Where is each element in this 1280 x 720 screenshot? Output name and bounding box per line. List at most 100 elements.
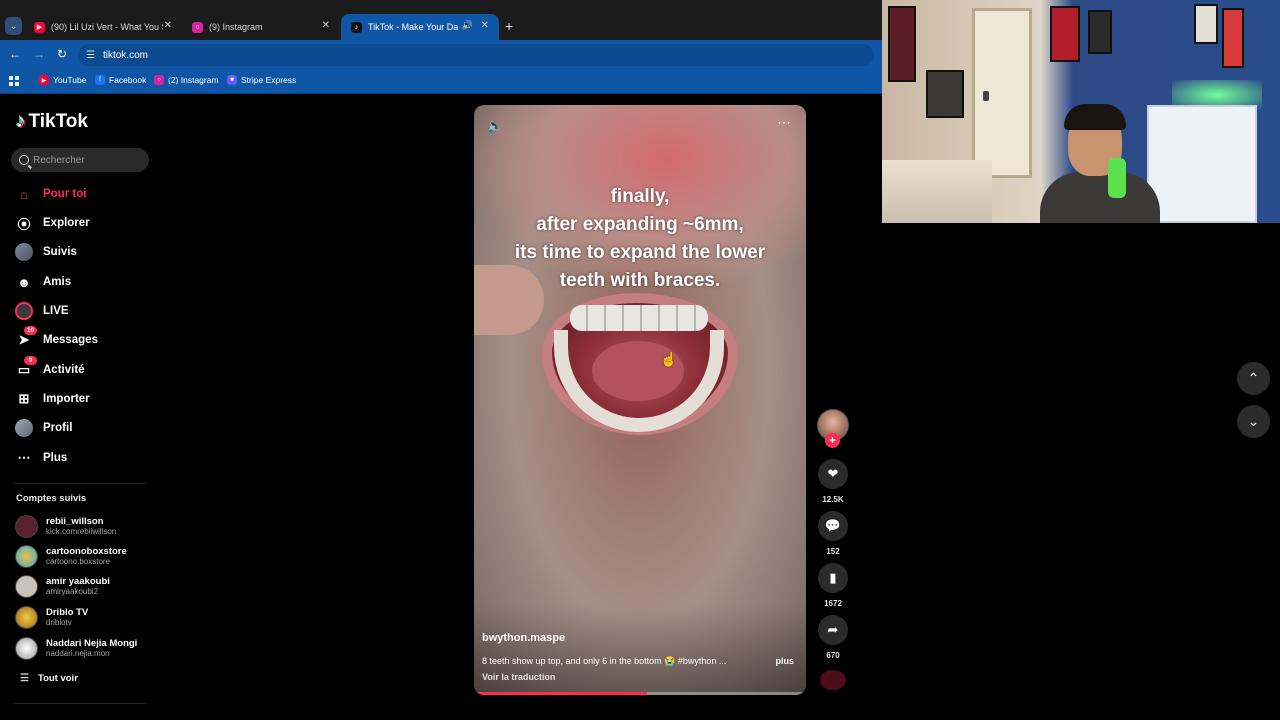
poster-image <box>888 6 916 82</box>
speaker-icon[interactable]: 🔊 <box>462 20 473 31</box>
plus-square-icon: ⊞ <box>18 391 30 406</box>
sound-disc-icon[interactable] <box>820 670 846 690</box>
list-icon: ☰ <box>20 673 29 684</box>
comment-icon: 💬 <box>824 518 842 533</box>
previous-video-button[interactable]: ⌃ <box>1237 362 1270 395</box>
share-button[interactable]: ➦ <box>818 615 848 645</box>
bookmark-label: Facebook <box>109 75 147 85</box>
follow-plus-icon[interactable]: + <box>825 433 840 448</box>
url-field[interactable]: ☰ tiktok.com <box>78 44 874 66</box>
comment-button[interactable]: 💬 <box>818 511 848 541</box>
nav-label: Pour toi <box>43 188 87 200</box>
like-button[interactable]: ❤ <box>818 459 848 489</box>
facebook-favicon-icon: f <box>95 75 105 85</box>
site-info-icon[interactable]: ☰ <box>86 50 95 61</box>
nav-profil[interactable]: Profil <box>15 418 72 438</box>
bookmark-facebook[interactable]: f Facebook <box>95 75 146 85</box>
close-tab-icon[interactable]: ✕ <box>164 20 172 31</box>
nav-messages[interactable]: ➤ 10 Messages <box>15 326 98 350</box>
poster-image <box>1194 4 1218 44</box>
instagram-favicon-icon: ○ <box>154 75 164 85</box>
youtube-favicon-icon: ▶ <box>39 75 49 85</box>
bookmark-instagram[interactable]: ○ (2) Instagram <box>154 75 219 85</box>
search-box[interactable] <box>11 148 149 172</box>
poster-image <box>1050 6 1080 62</box>
followed-account[interactable]: cartoonoboxstore cartoono.boxstore <box>15 545 127 568</box>
nav-label: Suivis <box>43 246 77 258</box>
more-options-icon[interactable]: ⋯ <box>777 114 792 131</box>
youtube-favicon-icon: ▶ <box>34 21 45 33</box>
account-handle: naddari.nejia.mon <box>46 649 110 658</box>
inbox-icon: ▭ 9 <box>15 356 37 379</box>
nav-label: Messages <box>43 334 98 346</box>
followed-account[interactable]: Driblo TV driblotv <box>15 606 88 629</box>
tab-search-chevron-icon[interactable]: ⌄ <box>5 17 22 35</box>
nav-label: Profil <box>43 422 73 434</box>
tiktok-logo[interactable]: ♪ TikTok <box>16 111 88 133</box>
bookmark-label: (2) Instagram <box>168 75 219 85</box>
account-handle: kick.comrebiiwillson <box>46 527 117 536</box>
video-author[interactable]: bwython.maspe <box>482 632 565 644</box>
nav-label: LIVE <box>43 305 69 317</box>
nav-activite[interactable]: ▭ 9 Activité <box>15 356 85 380</box>
account-handle: amiryaakoubi2 <box>46 587 99 596</box>
account-name: rebii_willson <box>46 516 104 527</box>
save-button[interactable]: ▮ <box>818 563 848 593</box>
video-player[interactable]: finally, after expanding ~6mm, its time … <box>474 105 806 695</box>
avatar <box>15 545 38 568</box>
followed-account[interactable]: rebii_willson kick.comrebiiwillson <box>15 515 116 538</box>
nav-label: Activité <box>43 364 85 376</box>
see-all-link[interactable]: ☰ Tout voir <box>20 673 78 684</box>
see-all-label: Tout voir <box>37 673 78 684</box>
share-arrow-icon: ➦ <box>827 622 839 637</box>
followed-account[interactable]: amir yaakoubi amiryaakoubi2 <box>15 575 110 598</box>
apps-grid-icon[interactable] <box>9 76 19 86</box>
compass-icon: ⦿ <box>17 216 31 232</box>
reload-icon[interactable]: ↻ <box>57 47 67 61</box>
nav-label: Explorer <box>43 217 90 229</box>
next-video-button[interactable]: ⌄ <box>1237 405 1270 438</box>
volume-icon[interactable]: 🔈 <box>487 118 503 134</box>
shelf-image <box>1147 105 1257 223</box>
streamer-image <box>1040 104 1160 223</box>
bookmark-youtube[interactable]: ▶ YouTube <box>39 75 86 85</box>
forward-arrow-icon[interactable]: → <box>33 47 45 61</box>
nav-amis[interactable]: ☻ Amis <box>15 272 71 292</box>
close-tab-icon[interactable]: ✕ <box>322 20 330 31</box>
nav-live[interactable]: LIVE <box>15 301 69 321</box>
nav-plus[interactable]: ⋯ Plus <box>15 448 68 468</box>
nav-suivis[interactable]: Suivis <box>15 242 77 262</box>
caption-line: after expanding ~6mm, <box>536 214 744 235</box>
send-icon: ➤ 10 <box>15 326 37 349</box>
bookmark-label: Stripe Express <box>241 75 297 85</box>
nav-explorer[interactable]: ⦿ Explorer <box>15 213 90 233</box>
live-icon <box>15 302 33 320</box>
tab-tiktok[interactable]: ♪ TikTok - Make Your Day 🔊 ✕ <box>341 14 499 40</box>
account-handle: driblotv <box>46 618 72 627</box>
account-name: amir yaakoubi <box>46 576 110 587</box>
tab-instagram[interactable]: ○ (9) Instagram ✕ <box>182 14 340 40</box>
stripe-favicon-icon: ■ <box>227 75 237 85</box>
tiktok-favicon-icon: ♪ <box>351 21 362 33</box>
messages-badge: 10 <box>24 326 37 335</box>
translate-link[interactable]: Voir la traduction <box>482 672 555 682</box>
chevron-down-icon: ⌄ <box>1247 413 1260 429</box>
back-arrow-icon[interactable]: ← <box>9 47 21 61</box>
search-input[interactable] <box>33 154 143 166</box>
nav-label: Amis <box>43 276 72 288</box>
nav-pour-toi[interactable]: ⌂ Pour toi <box>15 184 86 204</box>
bookmarks-bar: ▶ YouTube f Facebook ○ (2) Instagram ■ S… <box>0 70 882 94</box>
close-tab-icon[interactable]: ✕ <box>481 20 489 31</box>
share-count: 670 <box>826 651 840 660</box>
comment-count: 152 <box>826 547 840 556</box>
tab-youtube[interactable]: ▶ (90) Lil Uzi Vert - What You Saying ✕ <box>24 14 182 40</box>
avatar-icon <box>15 243 33 261</box>
address-bar-row: ← → ↻ ☰ tiktok.com <box>0 40 882 70</box>
followed-account[interactable]: Naddari Nejia Mongi naddari.nejia.mon <box>15 637 137 660</box>
bookmark-stripe[interactable]: ■ Stripe Express <box>227 75 296 85</box>
new-tab-button[interactable]: + <box>505 18 513 34</box>
nav-importer[interactable]: ⊞ Importer <box>15 389 90 409</box>
save-count: 1672 <box>824 599 842 608</box>
video-progress-bar[interactable] <box>474 692 806 695</box>
see-more-button[interactable]: plus <box>775 656 794 666</box>
